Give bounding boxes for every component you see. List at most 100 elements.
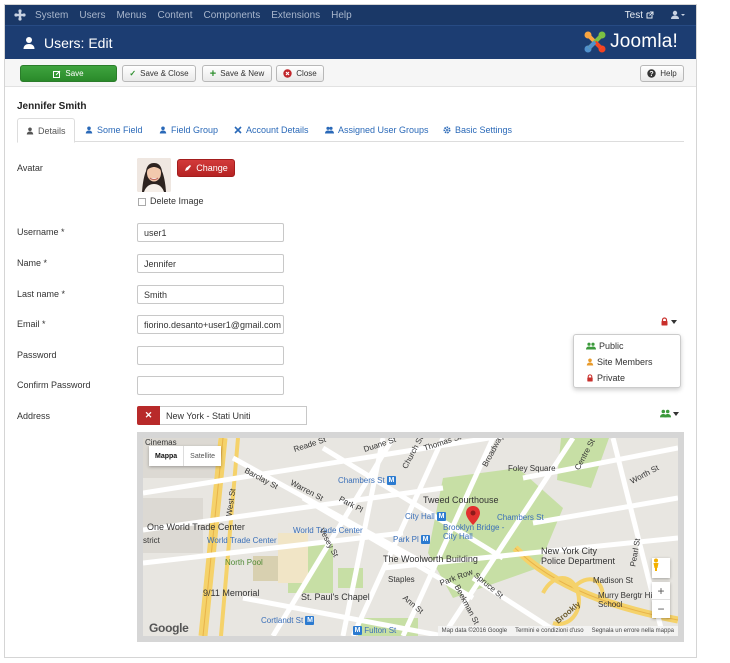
user-icon	[85, 126, 93, 134]
zoom-in-button[interactable]: +	[652, 582, 670, 600]
tools-icon	[234, 126, 242, 134]
username-input[interactable]: user1	[137, 223, 284, 242]
joomla-brand-text: Joomla!	[610, 31, 678, 52]
privacy-dropdown-toggle[interactable]	[660, 317, 677, 326]
privacy-dropdown-menu: Public Site Members Private	[573, 334, 681, 388]
tab-account-details[interactable]: Account Details	[234, 118, 309, 142]
confirm-password-input[interactable]	[137, 376, 284, 395]
menu-components[interactable]: Components	[204, 10, 261, 21]
map-type-mappa[interactable]: Mappa	[149, 446, 183, 466]
menu-menus[interactable]: Menus	[116, 10, 146, 21]
tab-field-group[interactable]: Field Group	[159, 118, 218, 142]
help-button[interactable]: ? Help	[640, 65, 684, 82]
save-button[interactable]: Save	[20, 65, 117, 82]
edit-icon	[53, 70, 61, 78]
tab-some-field[interactable]: Some Field	[85, 118, 143, 142]
joomla-logo-icon[interactable]	[11, 5, 29, 25]
menu-content[interactable]: Content	[157, 10, 192, 21]
privacy-option-private-label: Private	[597, 373, 626, 383]
question-icon: ?	[647, 69, 656, 78]
svg-text:?: ?	[650, 71, 654, 78]
map-attribution: Map data ©2016 Google Termini e condizio…	[437, 626, 678, 636]
caret-down-icon	[673, 411, 679, 416]
close-button[interactable]: Close	[276, 65, 324, 82]
address-privacy-toggle[interactable]	[660, 409, 679, 418]
users-icon	[586, 342, 596, 350]
zoom-out-button[interactable]: −	[652, 600, 670, 618]
menu-extensions[interactable]: Extensions	[271, 10, 320, 21]
tab-account-details-label: Account Details	[246, 125, 309, 135]
tab-assigned-user-groups[interactable]: Assigned User Groups	[325, 118, 429, 142]
menu-users[interactable]: Users	[79, 10, 105, 21]
close-button-label: Close	[296, 69, 317, 78]
address-input[interactable]: New York - Stati Uniti	[160, 406, 307, 425]
lock-icon	[661, 317, 668, 326]
tab-details[interactable]: Details	[17, 118, 75, 143]
name-label: Name *	[17, 258, 48, 268]
privacy-option-public-label: Public	[599, 341, 624, 351]
users-icon	[325, 126, 334, 134]
zoom-control: + −	[652, 582, 670, 618]
lastname-input[interactable]: Smith	[137, 285, 284, 304]
map-label-cinemas: Cinemas	[145, 438, 177, 447]
user-menu-icon[interactable]	[670, 10, 686, 20]
map-label-tweed: Tweed Courthouse	[423, 495, 499, 505]
avatar	[137, 158, 171, 192]
users-icon	[660, 409, 671, 418]
plus-icon: +	[209, 67, 217, 80]
address-label: Address	[17, 411, 51, 421]
privacy-option-site-members-label: Site Members	[597, 357, 653, 367]
map-label-owtc: One World Trade Center	[147, 522, 245, 532]
name-input[interactable]: Jennifer	[137, 254, 284, 273]
privacy-option-private[interactable]: Private	[586, 373, 625, 383]
username-label: Username *	[17, 227, 65, 237]
email-input[interactable]: fiorino.desanto+user1@gmail.com	[137, 315, 284, 334]
user-display-name: Jennifer Smith	[17, 101, 87, 112]
user-icon	[159, 126, 167, 134]
joomla-brand-icon	[584, 31, 606, 53]
menu-help[interactable]: Help	[331, 10, 352, 21]
delete-image-checkbox[interactable]	[138, 198, 146, 206]
change-avatar-label: Change	[196, 163, 228, 173]
tab-basic-settings[interactable]: Basic Settings	[443, 118, 512, 142]
change-avatar-button[interactable]: Change	[177, 159, 235, 177]
google-logo: Google	[149, 621, 189, 635]
email-label: Email *	[17, 319, 46, 329]
tab-bar: Details Some Field Field Group Account D…	[17, 118, 684, 143]
save-new-button[interactable]: + Save & New	[202, 65, 272, 82]
top-navigation: System Users Menus Content Components Ex…	[5, 5, 696, 25]
clear-address-button[interactable]: ✕	[137, 406, 160, 425]
browser-frame: System Users Menus Content Components Ex…	[4, 4, 697, 658]
address-map[interactable]: Mappa Satellite Cinemas Barclay St West …	[137, 432, 684, 642]
lastname-label: Last name *	[17, 289, 66, 299]
map-label-nyc-police: New York City Police Department	[541, 546, 616, 566]
password-input[interactable]	[137, 346, 284, 365]
privacy-option-site-members[interactable]: Site Members	[586, 357, 653, 367]
map-type-control: Mappa Satellite	[149, 446, 222, 466]
tab-assigned-user-groups-label: Assigned User Groups	[338, 125, 429, 135]
save-close-button[interactable]: ✓ Save & Close	[122, 65, 196, 82]
privacy-option-public[interactable]: Public	[586, 341, 624, 351]
page-title: Users: Edit	[44, 34, 113, 51]
map-label-st-pauls: St. Paul's Chapel	[301, 592, 370, 602]
help-button-label: Help	[660, 69, 677, 78]
cancel-icon	[283, 69, 292, 78]
user-icon	[586, 358, 594, 366]
password-label: Password	[17, 350, 57, 360]
map-terms-link[interactable]: Termini e condizioni d'uso	[515, 628, 584, 634]
menu-system[interactable]: System	[35, 10, 68, 21]
user-icon	[26, 127, 34, 134]
site-link[interactable]: Test	[625, 10, 643, 21]
lock-icon	[587, 374, 593, 382]
map-label-woolworth: The Woolworth Building	[383, 554, 478, 564]
map-label-fulton: M Fulton St	[353, 626, 397, 636]
page-header: Users: Edit Joomla!	[5, 25, 696, 59]
close-icon: ✕	[144, 410, 153, 420]
map-label-brooklyn-bridge: Brooklyn Bridge - City Hall	[443, 523, 505, 541]
topnav-right: Test	[625, 10, 686, 21]
pencil-icon	[185, 165, 192, 171]
map-label-chambers-2: Chambers St	[497, 513, 544, 522]
map-type-satellite[interactable]: Satellite	[183, 446, 221, 466]
map-report-link[interactable]: Segnala un errore nella mappa	[592, 628, 674, 634]
pegman-icon[interactable]	[652, 558, 670, 578]
